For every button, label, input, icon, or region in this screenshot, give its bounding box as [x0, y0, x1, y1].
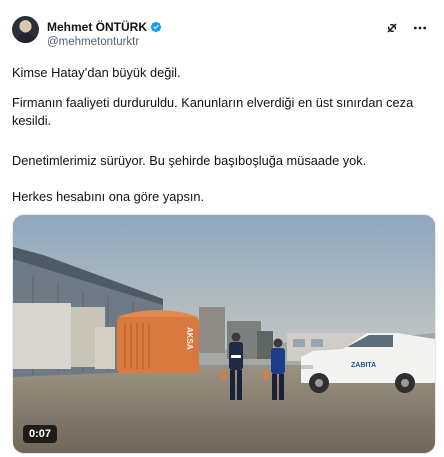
- more-icon[interactable]: [412, 20, 428, 36]
- verified-badge-icon: [150, 21, 162, 33]
- tweet-paragraph-4: Herkes hesabını ona göre yapsın.: [12, 189, 205, 204]
- display-name[interactable]: Mehmet ÖNTÜRK: [47, 20, 162, 34]
- machinery: [199, 307, 225, 353]
- tweet-paragraph-1: Kimse Hatay’dan büyük değil.: [12, 65, 181, 80]
- tweet-actions-top: [384, 20, 428, 36]
- avatar[interactable]: [12, 16, 39, 43]
- display-name-text[interactable]: Mehmet ÖNTÜRK: [47, 20, 147, 34]
- vehicle-label: ZABITA: [351, 362, 376, 369]
- video-duration: 0:07: [23, 425, 58, 443]
- video-frame: AKSA ZABITA: [13, 215, 435, 453]
- tweet-paragraph-3: Denetimlerimiz sürüyor. Bu şehirde başıb…: [12, 153, 367, 168]
- video-player[interactable]: AKSA ZABITA 0:07: [12, 214, 436, 454]
- grok-icon[interactable]: [384, 20, 400, 36]
- handle[interactable]: @mehmetonturktr: [47, 35, 162, 49]
- truck-cab: [257, 331, 273, 359]
- generator-brand: AKSA: [185, 327, 194, 350]
- container-unit: [95, 327, 115, 369]
- tweet-paragraph-2: Firmanın faaliyeti durduruldu. Kanunları…: [12, 95, 414, 128]
- tweet-header: Mehmet ÖNTÜRK @mehmetonturktr: [12, 16, 432, 56]
- container-unit: [13, 303, 71, 369]
- author-names: Mehmet ÖNTÜRK @mehmetonturktr: [47, 20, 162, 49]
